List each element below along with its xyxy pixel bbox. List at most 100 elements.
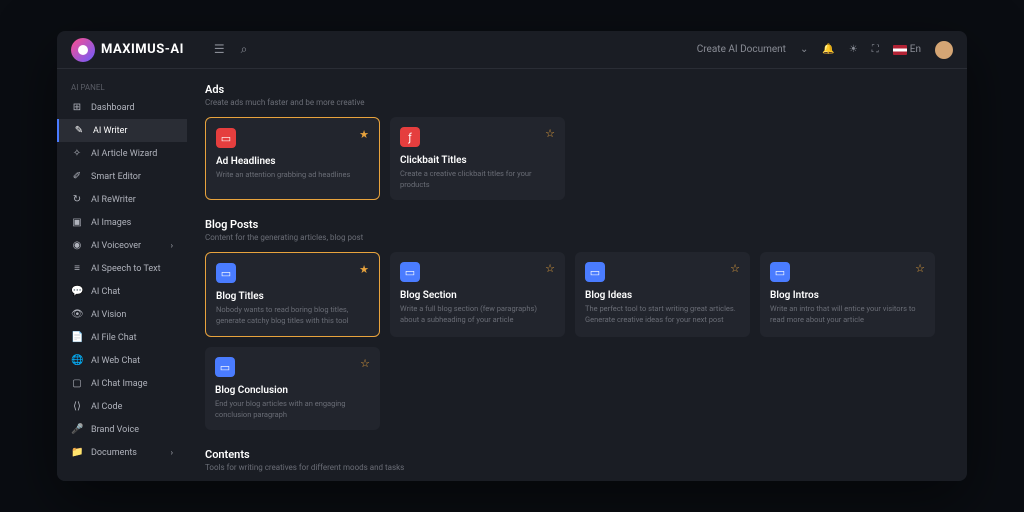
sidebar-item-label: AI Voiceover [91,241,141,251]
content: Ads Create ads much faster and be more c… [187,69,967,481]
search-icon[interactable]: ⌕ [241,42,248,57]
section-title: Ads [205,83,949,96]
card-icon: ▭ [215,357,235,377]
sidebar-item-label: AI Article Wizard [91,149,157,159]
sidebar-icon: 📁 [71,447,83,458]
card-title: Blog Ideas [585,290,740,301]
language-selector[interactable]: En [893,44,921,55]
card-desc: Write an intro that will entice your vis… [770,304,925,325]
card-blog-intros[interactable]: ▭ Blog Intros Write an intro that will e… [760,252,935,337]
sidebar-item-smart-editor[interactable]: ✐ Smart Editor [57,165,187,188]
sidebar-item-label: AI File Chat [91,333,137,343]
sidebar-icon: ⊞ [71,102,83,113]
sidebar-item-label: Dashboard [91,103,135,113]
sidebar-item-label: AI Chat [91,287,120,297]
chevron-right-icon: › [171,241,173,250]
menu-toggle-icon[interactable]: ☰ [214,42,225,57]
sidebar-item-ai-writer[interactable]: ✎AI Writer [57,119,187,142]
sidebar-item-ai-file-chat[interactable]: 📄 AI File Chat [57,326,187,349]
section-desc: Content for the generating articles, blo… [205,233,949,242]
language-label: En [910,44,921,55]
card-icon: ▭ [400,262,420,282]
section-contents: Contents Tools for writing creatives for… [205,448,949,481]
section-title: Blog Posts [205,218,949,231]
sidebar-item-label: Brand Voice [91,425,139,435]
sidebar-icon: ↻ [71,194,83,205]
sidebar-icon: ✐ [71,171,83,182]
sidebar-item-brand-voice[interactable]: 🎤 Brand Voice [57,418,187,441]
star-icon[interactable] [359,263,369,276]
star-icon[interactable] [359,128,369,141]
sidebar-item-label: Documents [91,448,137,458]
sidebar-item-label: AI Speech to Text [91,264,161,274]
sidebar: AI Panel ⊞ Dashboard ✎AI Writer✧AI Article… [57,69,187,481]
card-title: Blog Titles [216,291,369,302]
chevron-right-icon: › [171,448,173,457]
sidebar-item-label: AI Images [91,218,131,228]
sidebar-item-documents[interactable]: 📁 Documents › [57,441,187,464]
theme-icon[interactable]: ☀ [849,44,858,55]
card-blog-ideas[interactable]: ▭ Blog Ideas The perfect tool to start w… [575,252,750,337]
sidebar-item-ai-code[interactable]: ⟨⟩ AI Code [57,395,187,418]
bell-icon[interactable]: 🔔 [822,44,834,55]
card-blog-conclusion[interactable]: ▭ Blog Conclusion End your blog articles… [205,347,380,430]
sidebar-item-label: AI Code [91,402,122,412]
star-icon[interactable] [730,262,740,275]
sidebar-item-label: Smart Editor [91,172,141,182]
star-icon[interactable] [545,262,555,275]
header-right: Create AI Document ⌄ 🔔 ☀ ⛶ En [697,41,953,59]
sidebar-item-dashboard[interactable]: ⊞ Dashboard [57,96,187,119]
star-icon[interactable] [360,357,370,370]
sidebar-item-label: AI Web Chat [91,356,140,366]
cards-row: ▭ Ad Headlines Write an attention grabbi… [205,117,949,200]
card-blog-titles[interactable]: ▭ Blog Titles Nobody wants to read borin… [205,252,380,337]
sidebar-icon: 🎤 [71,424,83,435]
card-icon: ƒ [400,127,420,147]
card-icon: ▭ [585,262,605,282]
card-desc: Create a creative clickbait titles for y… [400,169,555,190]
sidebar-item-ai-speech-to-text[interactable]: ≡ AI Speech to Text [57,257,187,280]
logo-icon [71,38,95,62]
card-title: Ad Headlines [216,156,369,167]
card-desc: Nobody wants to read boring blog titles,… [216,305,369,326]
body: AI Panel ⊞ Dashboard ✎AI Writer✧AI Article… [57,69,967,481]
sidebar-icon: 🌐 [71,355,83,366]
sidebar-icon: 📄 [71,332,83,343]
card-desc: Write a full blog section (few paragraph… [400,304,555,325]
chevron-down-icon[interactable]: ⌄ [800,44,808,55]
card-ad-headlines[interactable]: ▭ Ad Headlines Write an attention grabbi… [205,117,380,200]
sidebar-item-ai-chat[interactable]: 💬 AI Chat [57,280,187,303]
card-title: Blog Section [400,290,555,301]
star-icon[interactable] [915,262,925,275]
section-ads: Ads Create ads much faster and be more c… [205,83,949,200]
sidebar-icon: ⟨⟩ [71,401,83,412]
card-desc: The perfect tool to start writing great … [585,304,740,325]
sidebar-item-ai-voiceover[interactable]: ◉ AI Voiceover › [57,234,187,257]
flag-icon [893,45,907,55]
section-title: Contents [205,448,949,461]
sidebar-item-ai-web-chat[interactable]: 🌐 AI Web Chat [57,349,187,372]
section-blog-posts: Blog Posts Content for the generating ar… [205,218,949,430]
sidebar-icon: ≡ [71,263,83,274]
fullscreen-icon[interactable]: ⛶ [872,44,879,55]
sidebar-item-ai-images[interactable]: ▣ AI Images [57,211,187,234]
sidebar-icon: 💬 [71,286,83,297]
avatar[interactable] [935,41,953,59]
sidebar-icon: ◉ [71,240,83,251]
sidebar-item-ai-rewriter[interactable]: ↻ AI ReWriter [57,188,187,211]
logo[interactable]: MAXIMUS-AI [71,38,184,62]
sidebar-item-ai-vision[interactable]: 👁AI Vision [57,303,187,326]
sidebar-item-label: AI Writer [93,126,127,136]
create-document-button[interactable]: Create AI Document [697,44,786,55]
star-icon[interactable] [545,127,555,140]
sidebar-item-ai-article-wizard[interactable]: ✧AI Article Wizard [57,142,187,165]
header-toolbar-left: ☰ ⌕ [214,42,248,57]
card-blog-section[interactable]: ▭ Blog Section Write a full blog section… [390,252,565,337]
card-title: Blog Conclusion [215,385,370,396]
card-clickbait-titles[interactable]: ƒ Clickbait Titles Create a creative cli… [390,117,565,200]
sidebar-section-label: AI Panel [57,79,187,96]
sidebar-item-label: AI ReWriter [91,195,136,205]
section-desc: Tools for writing creatives for differen… [205,463,949,472]
sidebar-item-ai-chat-image[interactable]: ▢AI Chat Image [57,372,187,395]
sidebar-icon: ▣ [71,217,83,228]
